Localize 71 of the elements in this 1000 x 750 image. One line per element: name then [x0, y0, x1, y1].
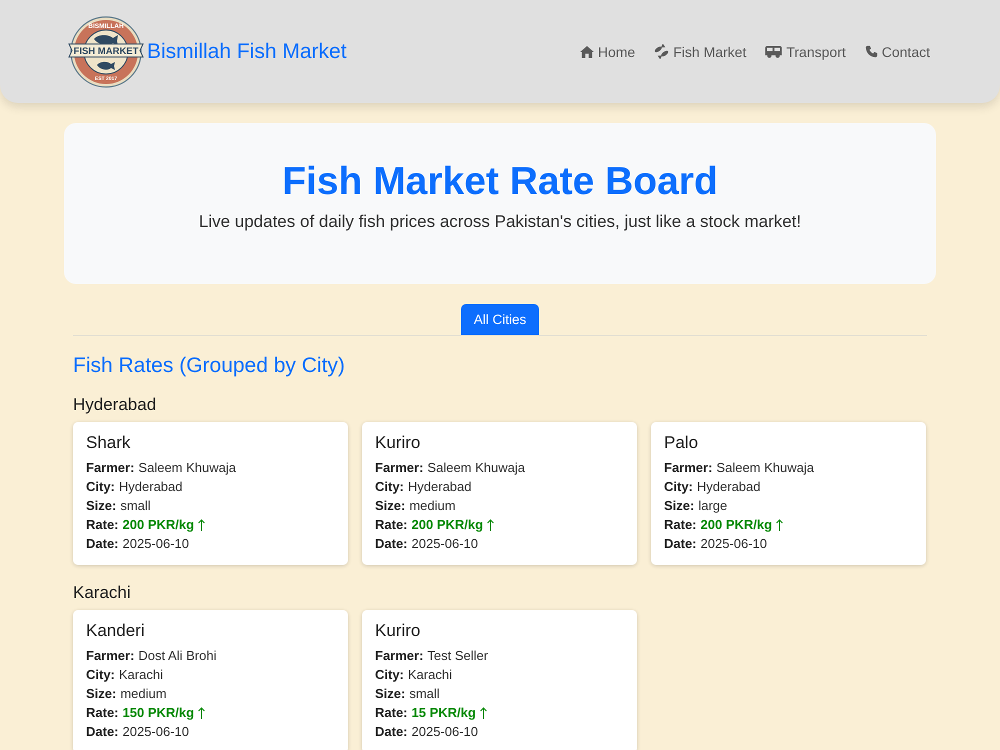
nav-link[interactable]: Contact — [864, 44, 930, 60]
fish-name: Kuriro — [375, 433, 422, 453]
section-title: Fish Rates (Grouped by City) — [73, 353, 346, 379]
field-label: Farmer: — [664, 459, 712, 477]
field-value: Karachi — [118, 666, 163, 684]
field-label: Size: — [375, 497, 406, 515]
city-heading: Karachi — [73, 583, 132, 603]
phone-icon — [864, 45, 878, 58]
field-value: Hyderabad — [118, 478, 182, 496]
nav-link[interactable]: Fish Market — [654, 44, 746, 60]
van-icon — [765, 46, 782, 58]
field-label: Rate: — [375, 704, 408, 722]
page-title: Fish Market Rate Board — [281, 159, 719, 205]
field-label: Date: — [375, 723, 408, 741]
city-heading: Hyderabad — [73, 395, 158, 415]
field-label: Farmer: — [375, 647, 424, 665]
field-value: Hyderabad — [696, 478, 760, 496]
field-value: small — [120, 497, 151, 515]
page-subtitle: Live updates of daily fish prices across Pakistan's cities, just like a stock market! — [198, 211, 802, 233]
field-value: medium — [120, 685, 167, 703]
rate-value: 150 PKR/kg — [122, 704, 194, 722]
field-label: City: — [664, 478, 693, 496]
nav-link[interactable]: Home — [580, 44, 636, 60]
field-label: Rate: — [375, 516, 408, 534]
fish-name: Kuriro — [375, 621, 422, 641]
home-icon — [580, 46, 594, 58]
fish-icon — [654, 44, 670, 59]
field-value: 2025-06-10 — [412, 723, 478, 741]
field-label: Date: — [86, 535, 119, 553]
field-label: Farmer: — [86, 647, 134, 665]
rate-value: 200 PKR/kg — [122, 516, 194, 534]
field-label: Size: — [86, 497, 116, 515]
field-value: 2025-06-10 — [122, 723, 190, 741]
rate-value: 200 PKR/kg — [700, 516, 772, 534]
field-value: Test Seller — [427, 647, 488, 665]
field-label: Size: — [375, 685, 406, 703]
field-label: Size: — [86, 685, 116, 703]
field-value: Saleem Khuwaja — [716, 459, 814, 477]
field-value: Karachi — [408, 666, 452, 684]
field-value: Saleem Khuwaja — [138, 459, 236, 477]
field-label: Rate: — [86, 704, 119, 722]
fish-name: Kanderi — [86, 621, 146, 641]
field-label: Farmer: — [375, 459, 424, 477]
rate-value: 15 PKR/kg — [412, 704, 476, 722]
nav-link[interactable]: Transport — [765, 44, 846, 60]
field-value: medium — [409, 497, 456, 515]
field-label: Size: — [664, 497, 694, 515]
field-label: Rate: — [86, 516, 119, 534]
field-value: small — [409, 685, 440, 703]
field-label: Date: — [375, 535, 408, 553]
field-label: City: — [86, 666, 115, 684]
fish-name: Palo — [664, 433, 700, 453]
field-label: Farmer: — [86, 459, 134, 477]
field-value: large — [698, 497, 728, 515]
field-value: 2025-06-10 — [412, 535, 478, 553]
city-tab[interactable]: All Cities — [460, 304, 540, 335]
field-value: Dost Ali Brohi — [138, 647, 216, 665]
rate-value: 200 PKR/kg — [412, 516, 484, 534]
field-label: Rate: — [664, 516, 697, 534]
field-value: Saleem Khuwaja — [427, 459, 525, 477]
field-label: Date: — [664, 535, 697, 553]
field-label: City: — [375, 666, 404, 684]
brand-name[interactable]: Bismillah Fish Market — [147, 40, 347, 64]
field-label: City: — [375, 478, 404, 496]
logo-text: FISH MARKET — [74, 46, 138, 56]
field-value: Hyderabad — [408, 478, 472, 496]
fish-name: Shark — [86, 433, 132, 453]
field-label: City: — [86, 478, 115, 496]
field-value: 2025-06-10 — [122, 535, 190, 553]
field-label: Date: — [86, 723, 119, 741]
field-value: 2025-06-10 — [700, 535, 768, 553]
